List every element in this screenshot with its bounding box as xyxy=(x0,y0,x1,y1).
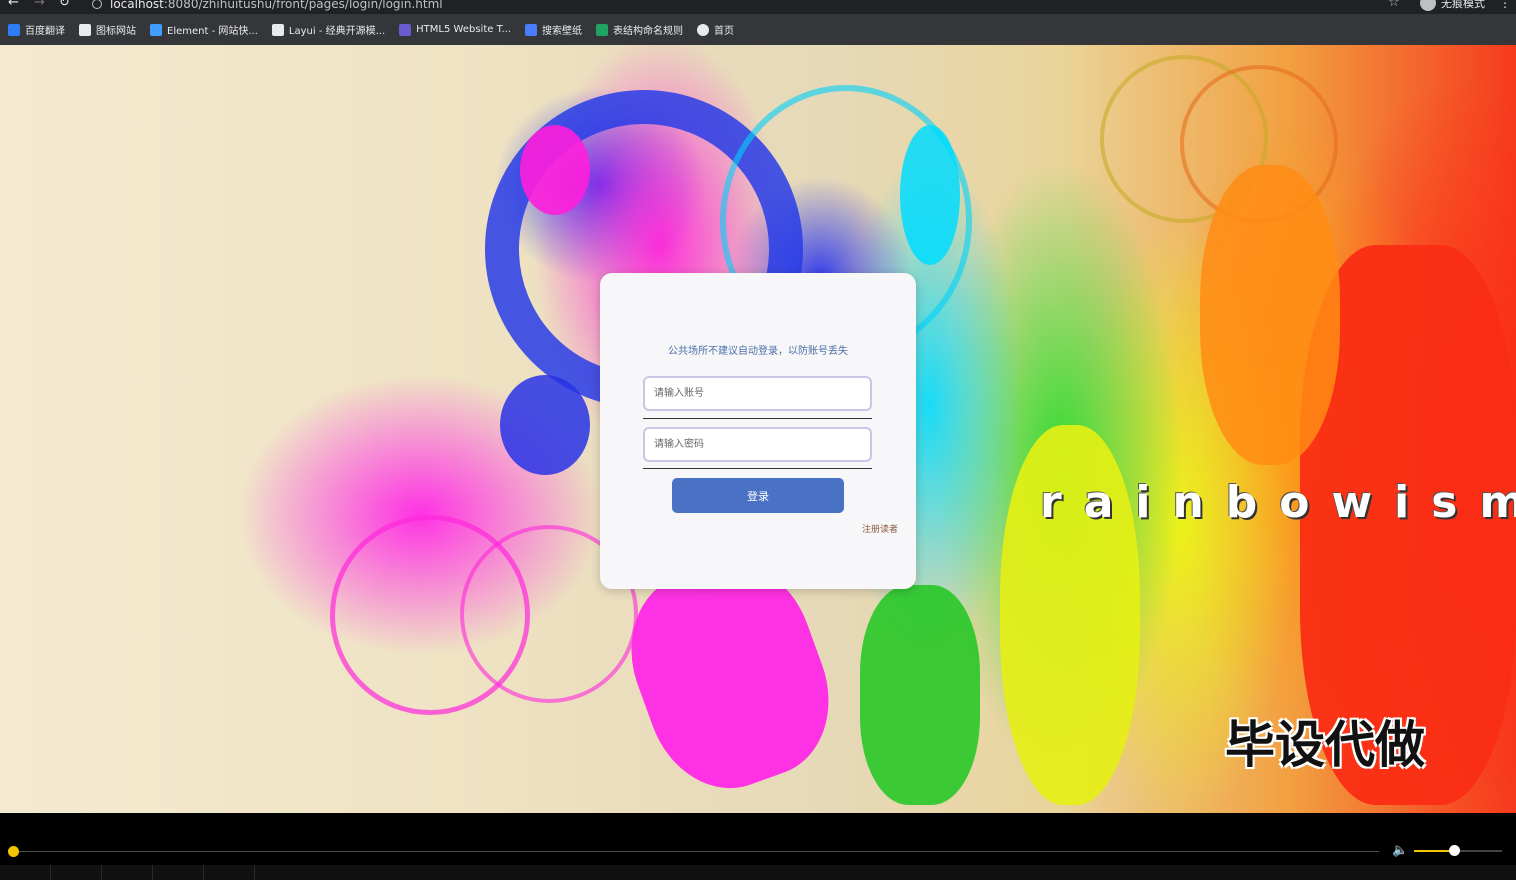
register-reader-link[interactable]: 注册读者 xyxy=(862,522,898,535)
brand-text: rainbowism xyxy=(1040,477,1516,528)
player-bottom-strip xyxy=(0,865,1516,880)
progress-track[interactable] xyxy=(14,851,1379,852)
account-underline xyxy=(643,418,872,419)
bookmark-label: Layui - 经典开源模... xyxy=(288,26,386,37)
globe-icon xyxy=(697,23,710,36)
bookmark-label: 表结构命名规则 xyxy=(613,26,684,37)
paint-splat xyxy=(900,125,960,265)
progress-handle[interactable] xyxy=(8,846,19,857)
bookmark-label: 首页 xyxy=(714,26,735,37)
bookmark-item[interactable]: 表结构命名规则 xyxy=(596,22,683,37)
bookmark-item[interactable]: 百度翻译 xyxy=(8,22,65,37)
bookmark-label: 搜索壁纸 xyxy=(542,26,583,37)
forward-icon[interactable]: → xyxy=(34,0,45,9)
browser-menu-icon[interactable]: ⋮ xyxy=(1499,0,1511,9)
player-cell xyxy=(204,865,255,880)
url-host: localhost xyxy=(110,0,164,11)
account-input[interactable] xyxy=(643,376,872,411)
bookmark-label: 百度翻译 xyxy=(25,26,65,37)
bookmark-item[interactable]: 图标网站 xyxy=(79,22,136,37)
icon-site-icon xyxy=(79,23,91,36)
password-underline xyxy=(643,468,872,469)
volume-handle[interactable] xyxy=(1448,845,1460,856)
incognito-label[interactable]: 无痕模式 xyxy=(1441,0,1485,9)
browser-address-bar: ← → ↻ localhost:8080/zhihuitushu/front/p… xyxy=(0,0,1516,14)
login-card: 公共场所不建议自动登录，以防账号丢失 登录 注册读者 xyxy=(600,273,916,589)
bookmark-label: Element - 网站快... xyxy=(167,26,258,37)
watermark-text: 毕设代做 xyxy=(1225,716,1425,774)
player-cell xyxy=(102,865,153,880)
bookmark-item[interactable]: 首页 xyxy=(697,22,734,37)
reload-icon[interactable]: ↻ xyxy=(59,0,70,9)
paint-splat xyxy=(520,125,590,215)
url-path: :8080/zhihuitushu/front/pages/login/logi… xyxy=(163,0,443,11)
login-notice: 公共场所不建议自动登录，以防账号丢失 xyxy=(668,346,848,357)
bookmark-item[interactable]: Layui - 经典开源模... xyxy=(271,22,386,37)
volume-fill xyxy=(1414,850,1454,852)
player-cell xyxy=(153,865,204,880)
html5-icon xyxy=(399,23,412,36)
player-cell xyxy=(0,865,51,880)
video-player-bar: 🔈 xyxy=(0,813,1516,880)
back-icon[interactable]: ← xyxy=(8,0,19,9)
bookmark-item[interactable]: Element - 网站快... xyxy=(150,22,258,37)
password-input[interactable] xyxy=(643,427,872,462)
baidu-translate-icon xyxy=(8,23,20,36)
site-info-icon[interactable] xyxy=(92,0,102,9)
bookmark-item[interactable]: HTML5 Website T... xyxy=(399,23,512,36)
player-cell xyxy=(51,865,102,880)
wallpaper-icon xyxy=(525,23,538,36)
bookmark-item[interactable]: 搜索壁纸 xyxy=(525,22,582,37)
element-icon xyxy=(150,23,162,36)
paint-splat xyxy=(860,585,980,805)
bookmark-label: 图标网站 xyxy=(96,26,136,37)
layui-icon xyxy=(271,23,284,36)
login-button[interactable]: 登录 xyxy=(672,478,844,513)
incognito-icon[interactable] xyxy=(1420,0,1436,11)
volume-icon[interactable]: 🔈 xyxy=(1392,843,1408,858)
paint-splat xyxy=(1200,165,1340,465)
table-naming-icon xyxy=(596,23,609,36)
url-field[interactable]: localhost:8080/zhihuitushu/front/pages/l… xyxy=(110,0,443,11)
paint-splat xyxy=(500,375,590,475)
bookmarks-bar: 百度翻译 图标网站 Element - 网站快... Layui - 经典开源模...… xyxy=(0,14,1516,45)
bookmark-star-icon[interactable]: ☆ xyxy=(1388,0,1400,9)
bookmark-label: HTML5 Website T... xyxy=(416,24,512,35)
